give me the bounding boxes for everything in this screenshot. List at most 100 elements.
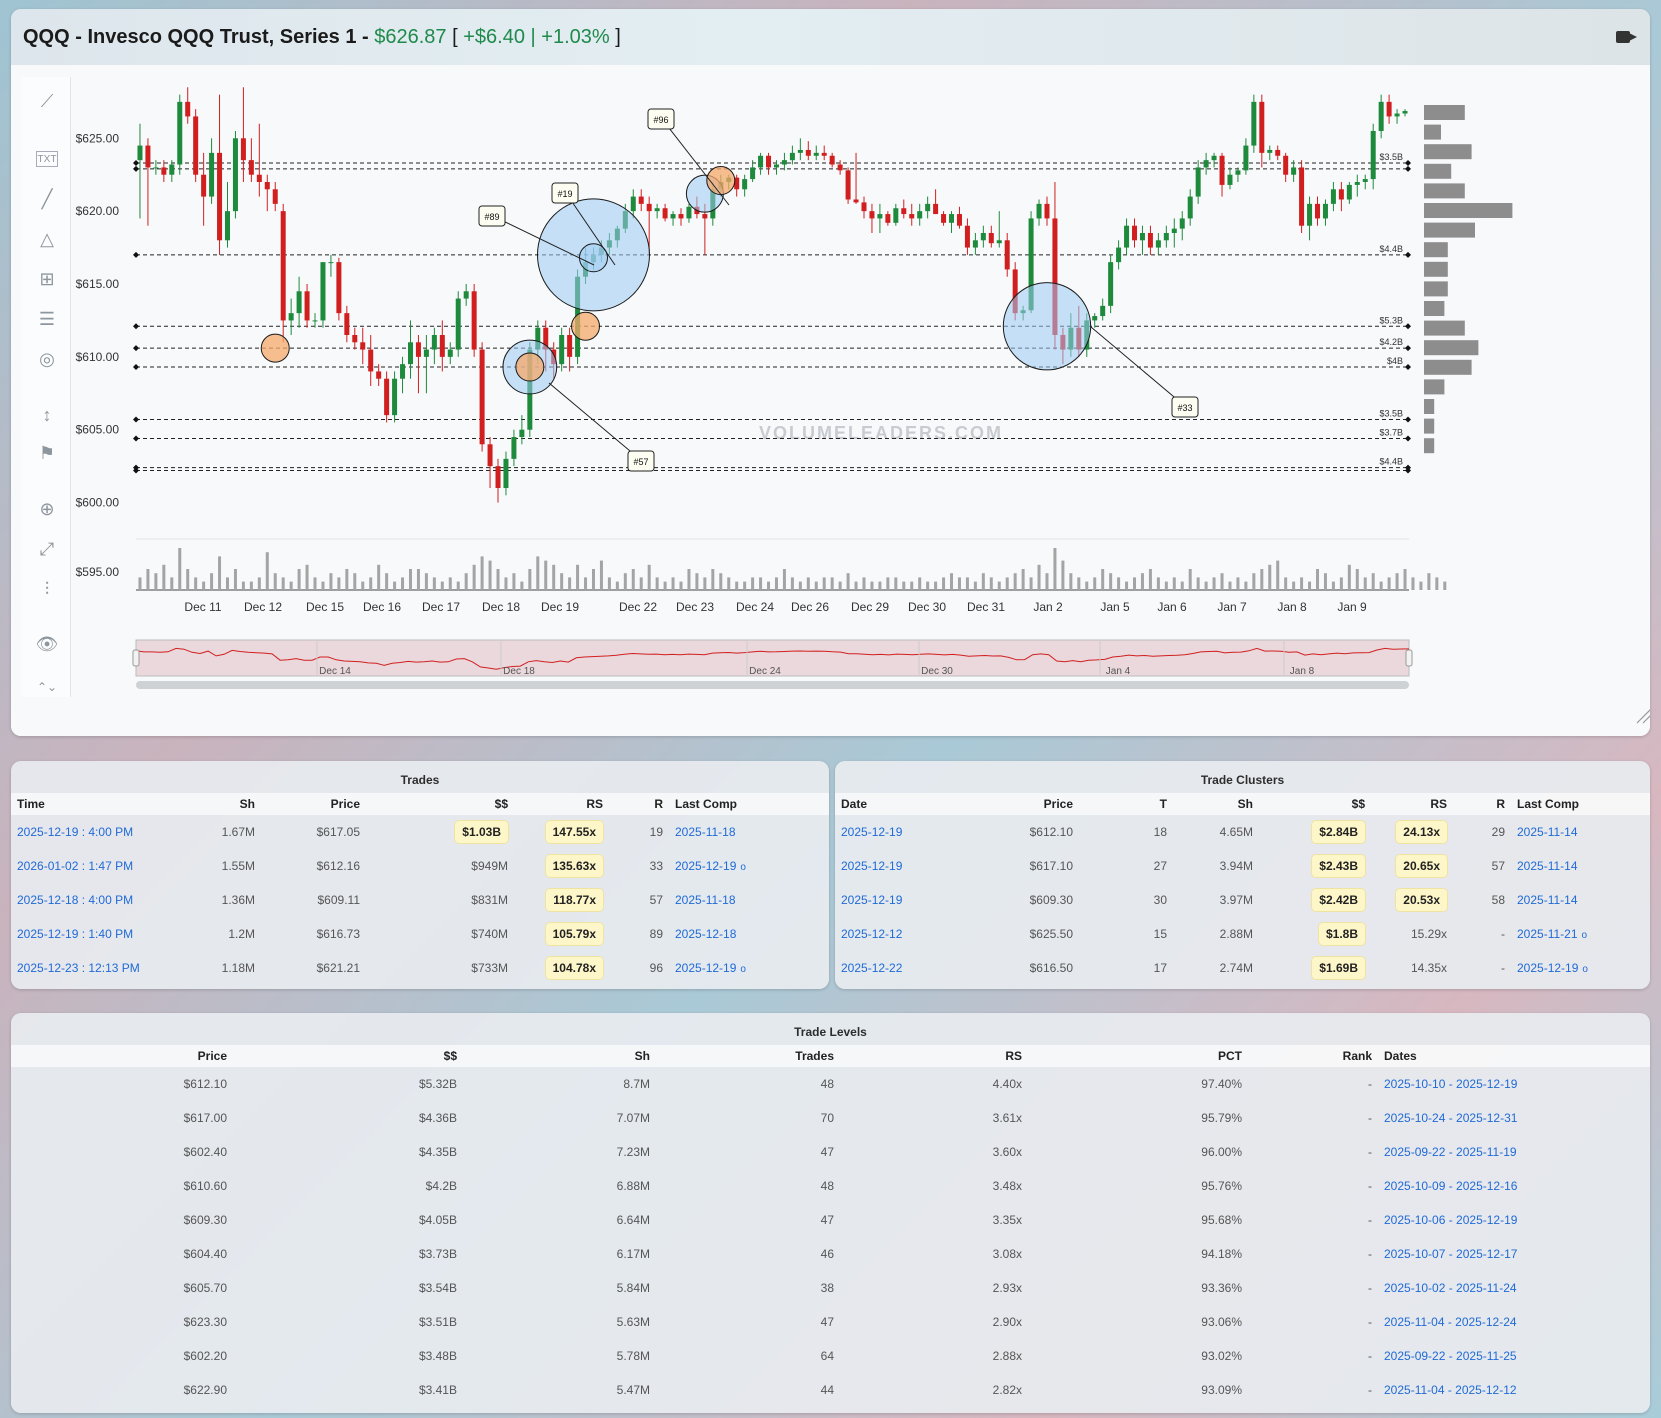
table-row[interactable]: 2025-12-18 : 4:00 PM 1.36M $609.11 $831M 118…	[11, 883, 829, 917]
trade-cluster-bubble[interactable]	[706, 166, 736, 196]
table-row[interactable]: $623.30 $3.51B 5.63M 47 2.90x 93.06% -2025-11-…	[11, 1305, 1650, 1339]
horizontal-scrollbar[interactable]	[136, 681, 1409, 689]
col-r[interactable]: R	[1453, 793, 1511, 815]
trade-time-link[interactable]: 2025-12-19 : 1:40 PM	[11, 917, 196, 951]
col-rs[interactable]: RS	[514, 793, 609, 815]
chart-area[interactable]: ⟋ TXT ╱ △ ⊞ ☰ ◎ ↕ ⚑ ⊕ ⤢ ⫶ 👁 ⌃⌄ VOLUMELEA…	[11, 65, 1650, 736]
cluster-date-link[interactable]: 2025-12-19	[835, 815, 945, 849]
table-row[interactable]: $604.40 $3.73B 6.17M 46 3.08x 94.18% -2025-10-…	[11, 1237, 1650, 1271]
col-time[interactable]: Time	[11, 793, 196, 815]
table-row[interactable]: $609.30 $4.05B 6.64M 47 3.35x 95.68% -2025-10-…	[11, 1203, 1650, 1237]
col-rank[interactable]: Rank	[1248, 1045, 1378, 1067]
cluster-last-comp[interactable]: 2025-11-14	[1511, 849, 1650, 883]
col-r[interactable]: R	[609, 793, 669, 815]
table-row[interactable]: $612.10 $5.32B 8.7M 48 4.40x 97.40% -2025-10-1…	[11, 1067, 1650, 1101]
table-row[interactable]: 2025-12-12 $625.50 15 2.88M $1.8B 15.29x -2025…	[835, 917, 1650, 951]
cluster-date-link[interactable]: 2025-12-19	[835, 849, 945, 883]
level-dates-link[interactable]: 2025-10-07 - 2025-12-17	[1378, 1237, 1650, 1271]
trade-time-link[interactable]: 2025-12-19 : 4:00 PM	[11, 815, 196, 849]
cluster-shares: 3.97M	[1219, 893, 1253, 907]
table-row[interactable]: $602.20 $3.48B 5.78M 64 2.88x 93.02% -2025-09-…	[11, 1339, 1650, 1373]
col-trades[interactable]: Trades	[656, 1045, 840, 1067]
y-tick-label: $620.00	[76, 204, 120, 218]
trade-cluster-bubble[interactable]	[515, 352, 545, 382]
table-row[interactable]: 2025-12-19 : 4:00 PM 1.67M $617.05 $1.03B 14…	[11, 815, 829, 849]
level-dates-link[interactable]: 2025-10-06 - 2025-12-19	[1378, 1203, 1650, 1237]
col-pct[interactable]: PCT	[1028, 1045, 1248, 1067]
col-dollars[interactable]: $$	[366, 793, 514, 815]
cluster-date-link[interactable]: 2025-12-12	[835, 917, 945, 951]
col-rs[interactable]: RS	[1371, 793, 1453, 815]
level-shares: 6.88M	[616, 1179, 650, 1193]
col-price[interactable]: Price	[945, 793, 1079, 815]
volume-bar	[1053, 548, 1057, 590]
trade-last-comp[interactable]: 2025-12-18	[669, 917, 829, 951]
col-price[interactable]: Price	[11, 1045, 233, 1067]
price-chart[interactable]: VOLUMELEADERS.COM $3.5B $4.4B $5.3B $4.2B $4…	[11, 65, 1650, 736]
table-row[interactable]: $602.40 $4.35B 7.23M 47 3.60x 96.00% -2025-09-…	[11, 1135, 1650, 1169]
resize-grip-icon[interactable]	[1636, 709, 1650, 724]
volume-bar	[1347, 564, 1351, 590]
trade-cluster-bubble[interactable]	[571, 311, 601, 341]
level-dates-link[interactable]: 2025-10-02 - 2025-11-24	[1378, 1271, 1650, 1305]
candle-body	[503, 458, 509, 488]
col-t[interactable]: T	[1079, 793, 1173, 815]
candle-body	[471, 291, 477, 350]
cluster-date-link[interactable]: 2025-12-22	[835, 951, 945, 985]
candle-body	[1132, 225, 1138, 241]
level-dates-link[interactable]: 2025-10-24 - 2025-12-31	[1378, 1101, 1650, 1135]
table-row[interactable]: 2025-12-22 $616.50 17 2.74M $1.69B 14.35x -202…	[835, 951, 1650, 985]
table-row[interactable]: $617.00 $4.36B 7.07M 70 3.61x 95.79% -2025-10-…	[11, 1101, 1650, 1135]
table-row[interactable]: $622.90 $3.41B 5.47M 44 2.82x 93.09% -2025-11-…	[11, 1373, 1650, 1407]
trade-cluster-bubble[interactable]	[1002, 282, 1092, 371]
col-price[interactable]: Price	[261, 793, 366, 815]
trade-time-link[interactable]: 2026-01-02 : 1:47 PM	[11, 849, 196, 883]
table-row[interactable]: 2026-01-02 : 1:47 PM 1.55M $612.16 $949M 135…	[11, 849, 829, 883]
navigator-handle-left[interactable]	[132, 649, 140, 667]
table-row[interactable]: 2025-12-23 : 12:13 PM 1.18M $621.21 $733M 10…	[11, 951, 829, 985]
level-label: $5.3B	[1379, 315, 1403, 325]
level-dates-link[interactable]: 2025-11-04 - 2025-12-12	[1378, 1373, 1650, 1407]
trade-last-comp[interactable]: 2025-11-18	[669, 815, 829, 849]
table-row[interactable]: 2025-12-19 $612.10 18 4.65M $2.84B 24.13x 29 20…	[835, 815, 1650, 849]
volume-bar	[289, 581, 293, 590]
cluster-last-comp[interactable]: 2025-11-14	[1511, 883, 1650, 917]
y-tick-label: $605.00	[76, 423, 120, 437]
cluster-last-comp[interactable]: 2025-11-21 o	[1511, 917, 1650, 951]
volume-bar	[663, 581, 667, 590]
level-dates-link[interactable]: 2025-09-22 - 2025-11-19	[1378, 1135, 1650, 1169]
video-camera-icon[interactable]	[1616, 30, 1638, 44]
col-last-comp[interactable]: Last Comp	[669, 793, 829, 815]
col-date[interactable]: Date	[835, 793, 945, 815]
col-dollars[interactable]: $$	[1259, 793, 1371, 815]
cluster-last-comp[interactable]: 2025-11-14	[1511, 815, 1650, 849]
trade-last-comp[interactable]: 2025-11-18	[669, 883, 829, 917]
trade-cluster-bubble[interactable]	[260, 333, 290, 363]
trade-time-link[interactable]: 2025-12-23 : 12:13 PM	[11, 951, 196, 985]
comp-marker: o	[740, 862, 746, 873]
table-row[interactable]: 2025-12-19 : 1:40 PM 1.2M $616.73 $740M 105.…	[11, 917, 829, 951]
table-row[interactable]: 2025-12-19 $609.30 30 3.97M $2.42B 20.53x 58 20…	[835, 883, 1650, 917]
col-sh[interactable]: Sh	[463, 1045, 656, 1067]
col-rs[interactable]: RS	[840, 1045, 1028, 1067]
cluster-last-comp[interactable]: 2025-12-19 o	[1511, 951, 1650, 985]
navigator-handle-right[interactable]	[1405, 649, 1413, 667]
table-row[interactable]: 2025-12-19 $617.10 27 3.94M $2.43B 20.65x 57 20…	[835, 849, 1650, 883]
table-row[interactable]: $610.60 $4.2B 6.88M 48 3.48x 95.76% -2025-10-0…	[11, 1169, 1650, 1203]
candle-body	[861, 202, 867, 212]
level-dates-link[interactable]: 2025-10-10 - 2025-12-19	[1378, 1067, 1650, 1101]
col-dollars[interactable]: $$	[233, 1045, 463, 1067]
cluster-date-link[interactable]: 2025-12-19	[835, 883, 945, 917]
level-dates-link[interactable]: 2025-10-09 - 2025-12-16	[1378, 1169, 1650, 1203]
level-trades: 64	[820, 1349, 834, 1363]
col-sh[interactable]: Sh	[196, 793, 261, 815]
trade-last-comp[interactable]: 2025-12-19 o	[669, 849, 829, 883]
col-last-comp[interactable]: Last Comp	[1511, 793, 1650, 815]
trade-last-comp[interactable]: 2025-12-19 o	[669, 951, 829, 985]
trade-time-link[interactable]: 2025-12-18 : 4:00 PM	[11, 883, 196, 917]
level-dates-link[interactable]: 2025-11-04 - 2025-12-24	[1378, 1305, 1650, 1339]
level-dates-link[interactable]: 2025-09-22 - 2025-11-25	[1378, 1339, 1650, 1373]
table-row[interactable]: $605.70 $3.54B 5.84M 38 2.93x 93.36% -2025-10-…	[11, 1271, 1650, 1305]
col-dates[interactable]: Dates	[1378, 1045, 1650, 1067]
col-sh[interactable]: Sh	[1173, 793, 1259, 815]
